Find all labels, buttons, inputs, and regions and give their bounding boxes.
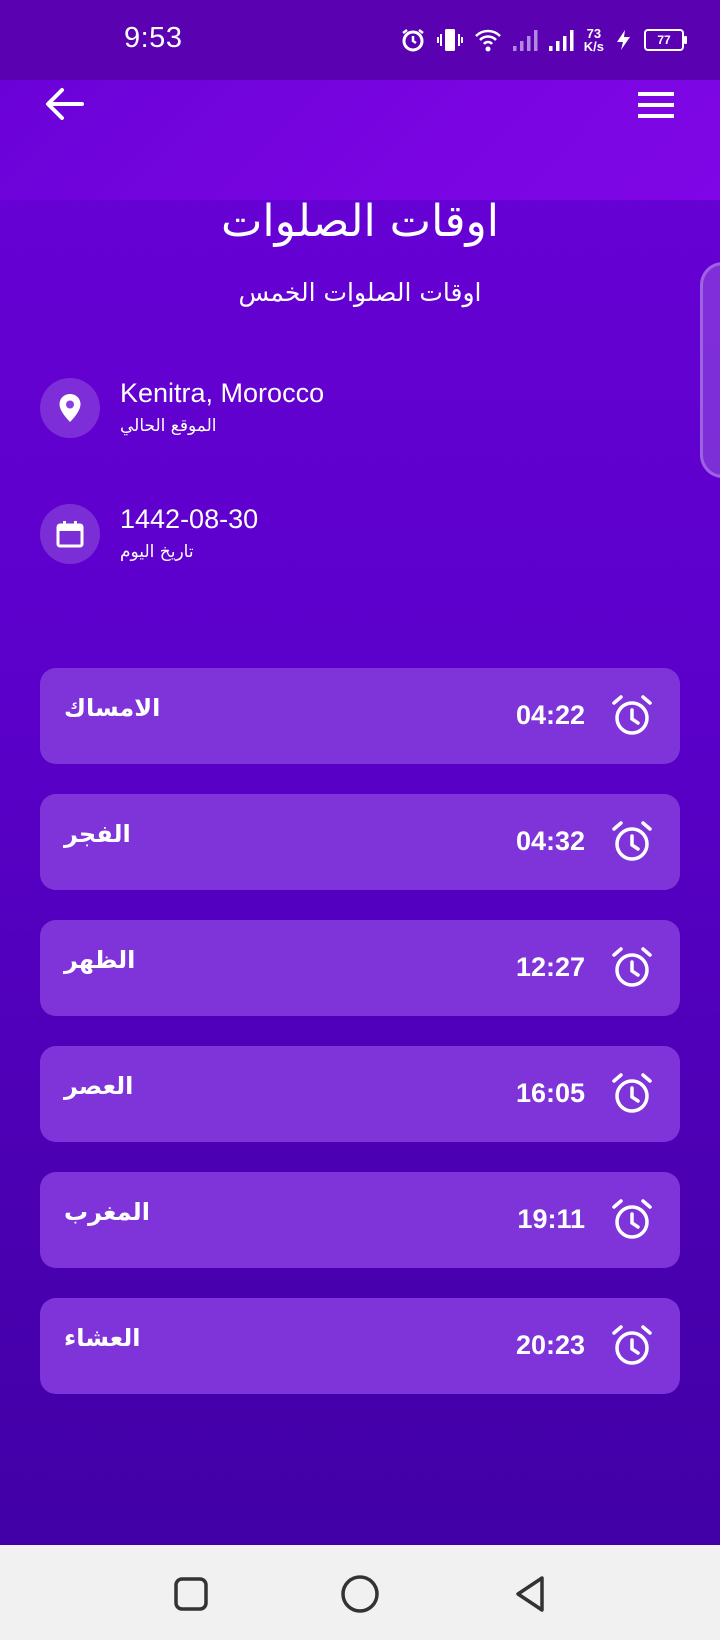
location-row: Kenitra, Morocco الموقع الحالي: [40, 378, 640, 448]
prayer-name: العشاء: [64, 1324, 141, 1352]
location-city: Kenitra, Morocco: [120, 378, 325, 408]
prayer-time: 20:23: [515, 1330, 585, 1360]
side-drawer-handle[interactable]: [700, 262, 720, 478]
prayer-time: 16:05: [515, 1078, 585, 1108]
location-label: الموقع الحالي: [120, 416, 217, 436]
prayer-card-isha[interactable]: العشاء 20:23: [40, 1298, 680, 1394]
prayer-name: المغرب: [64, 1198, 150, 1226]
net-speed-unit: K/s: [583, 39, 604, 54]
battery-icon: 77: [644, 29, 687, 51]
alarm-clock-icon[interactable]: [610, 946, 654, 990]
alarm-clock-icon[interactable]: [610, 1198, 654, 1242]
prayer-card-imsak[interactable]: الامساك 04:22: [40, 668, 680, 764]
date-row: 1442-08-30 تاريخ اليوم: [40, 504, 640, 574]
prayer-name: العصر: [64, 1072, 134, 1100]
prayer-name: الظهر: [64, 946, 136, 974]
home-circle-icon[interactable]: [337, 1571, 383, 1617]
prayer-card-maghrib[interactable]: المغرب 19:11: [40, 1172, 680, 1268]
alarm-clock-icon[interactable]: [610, 1072, 654, 1116]
alarm-icon: [402, 29, 424, 52]
prayer-time: 04:22: [515, 700, 585, 730]
page-subtitle: اوقات الصلوات الخمس: [238, 278, 482, 307]
signal-icon: [548, 30, 574, 51]
status-icons: 73 K/s 77: [400, 24, 687, 56]
app-header: [0, 80, 720, 200]
charging-icon: [617, 30, 630, 50]
prayer-name: الفجر: [64, 820, 131, 848]
alarm-clock-icon[interactable]: [610, 820, 654, 864]
page-title: اوقات الصلوات: [220, 196, 500, 247]
location-pin-icon: [40, 378, 100, 438]
prayer-time: 19:11: [517, 1204, 585, 1234]
system-nav-bar: [0, 1545, 720, 1640]
prayer-card-fajr[interactable]: الفجر 04:32: [40, 794, 680, 890]
signal-weak-icon: [512, 30, 538, 51]
wifi-icon: [474, 29, 501, 52]
alarm-clock-icon[interactable]: [610, 694, 654, 738]
prayer-name: الامساك: [64, 694, 161, 722]
status-time: 9:53: [124, 22, 183, 54]
prayer-card-asr[interactable]: العصر 16:05: [40, 1046, 680, 1142]
prayer-card-dhuhr[interactable]: الظهر 12:27: [40, 920, 680, 1016]
date-label: تاريخ اليوم: [120, 542, 194, 562]
date-value: 1442-08-30: [120, 504, 259, 534]
prayer-time: 12:27: [515, 952, 585, 982]
vibrate-icon: [436, 29, 463, 51]
back-triangle-icon[interactable]: [508, 1571, 554, 1617]
net-speed: 73 K/s: [584, 27, 604, 53]
prayer-time: 04:32: [515, 826, 585, 856]
back-arrow-icon[interactable]: [40, 84, 88, 124]
alarm-clock-icon[interactable]: [610, 1324, 654, 1368]
menu-icon[interactable]: [636, 88, 676, 122]
status-bar: 9:53 73 K/s 77: [0, 0, 720, 80]
calendar-icon: [40, 504, 100, 564]
recents-square-icon[interactable]: [168, 1571, 214, 1617]
battery-level: 77: [657, 33, 671, 47]
